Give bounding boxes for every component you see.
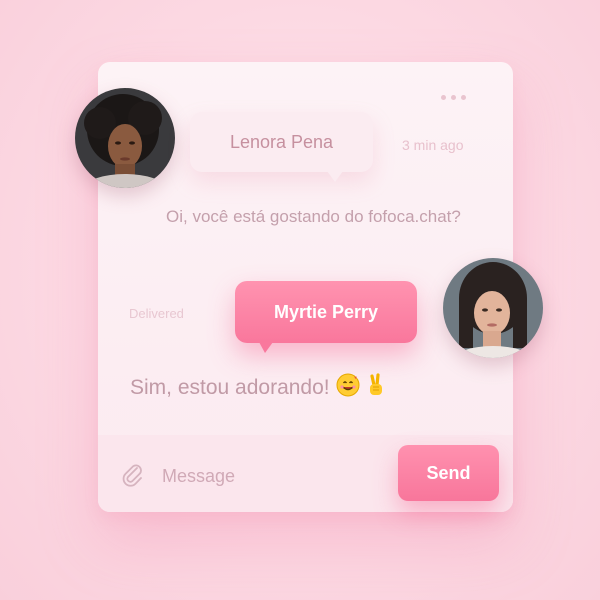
outgoing-sender-bubble: Myrtie Perry	[235, 281, 417, 353]
dot	[461, 95, 466, 100]
paperclip-icon[interactable]	[121, 462, 145, 493]
victory-hand-icon	[366, 373, 386, 402]
outgoing-sender-name: Myrtie Perry	[273, 301, 379, 322]
avatar-myrtie-image	[443, 258, 543, 358]
message-timestamp: 3 min ago	[402, 137, 464, 153]
outgoing-message-text: Sim, estou adorando!	[130, 375, 330, 399]
delivery-status: Delivered	[129, 306, 184, 321]
outgoing-message: Sim, estou adorando!	[130, 373, 386, 402]
incoming-sender-name: Lenora Pena	[229, 131, 334, 152]
avatar-lenora-image	[75, 88, 175, 188]
dot	[441, 95, 446, 100]
send-button[interactable]: Send	[398, 445, 499, 501]
incoming-sender-bubble: Lenora Pena	[190, 112, 373, 182]
avatar-lenora[interactable]	[75, 88, 175, 188]
avatar-myrtie[interactable]	[443, 258, 543, 358]
incoming-message-text: Oi, você está gostando do fofoca.chat?	[166, 207, 461, 226]
dot	[451, 95, 456, 100]
more-options-icon[interactable]	[441, 95, 466, 100]
message-input[interactable]	[162, 463, 382, 489]
smiling-face-with-hearts-icon	[336, 373, 360, 402]
